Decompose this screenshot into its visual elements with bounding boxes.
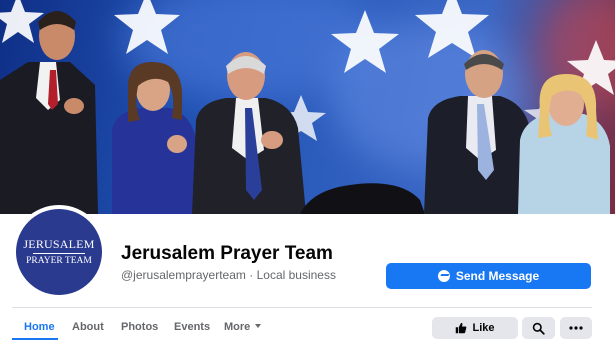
tab-about-label: About — [72, 321, 104, 333]
flag-star — [415, 0, 489, 58]
page-category[interactable]: Local business — [257, 268, 336, 282]
tab-events[interactable]: Events — [174, 321, 210, 333]
more-dots-icon — [569, 326, 583, 330]
messenger-icon — [437, 270, 450, 282]
chevron-down-icon — [255, 324, 262, 328]
send-message-label: Send Message — [455, 269, 540, 283]
avatar-divider — [33, 252, 85, 254]
tab-more[interactable]: More — [224, 321, 262, 333]
more-options-button[interactable] — [560, 317, 592, 339]
stage-object — [300, 183, 425, 214]
flag-star — [0, 0, 44, 43]
person-silhouette — [192, 52, 306, 214]
person-silhouette — [0, 11, 98, 214]
search-icon — [532, 322, 545, 335]
tab-more-label: More — [224, 321, 251, 333]
cover-photo[interactable] — [0, 0, 615, 214]
tab-events-label: Events — [174, 321, 211, 333]
tab-home[interactable]: Home — [24, 321, 55, 333]
subtitle-separator: · — [249, 268, 254, 282]
cover-scene — [0, 0, 615, 214]
thumbs-up-icon — [456, 323, 467, 334]
send-message-button[interactable]: Send Message — [386, 263, 591, 289]
page-handle: @jerusalemprayerteam — [121, 268, 246, 282]
page-subtitle: @jerusalemprayerteam · Local business — [121, 268, 336, 282]
avatar[interactable]: JERUSALEM PRAYER TEAM — [16, 209, 102, 295]
tab-home-label: Home — [24, 321, 55, 333]
tab-photos-label: Photos — [121, 321, 159, 333]
like-label: Like — [472, 322, 495, 334]
tab-about[interactable]: About — [72, 321, 104, 333]
page-title: Jerusalem Prayer Team — [121, 243, 333, 264]
person-silhouette — [112, 62, 196, 214]
person-silhouette — [518, 74, 610, 214]
avatar-text-line1: JERUSALEM — [23, 236, 95, 251]
divider — [12, 307, 592, 308]
search-button[interactable] — [522, 317, 555, 339]
flag-star — [114, 0, 180, 54]
flag-star — [331, 10, 399, 73]
avatar-text-line2: PRAYER TEAM — [26, 255, 92, 266]
like-button[interactable]: Like — [432, 317, 518, 339]
tab-photos[interactable]: Photos — [121, 321, 158, 333]
